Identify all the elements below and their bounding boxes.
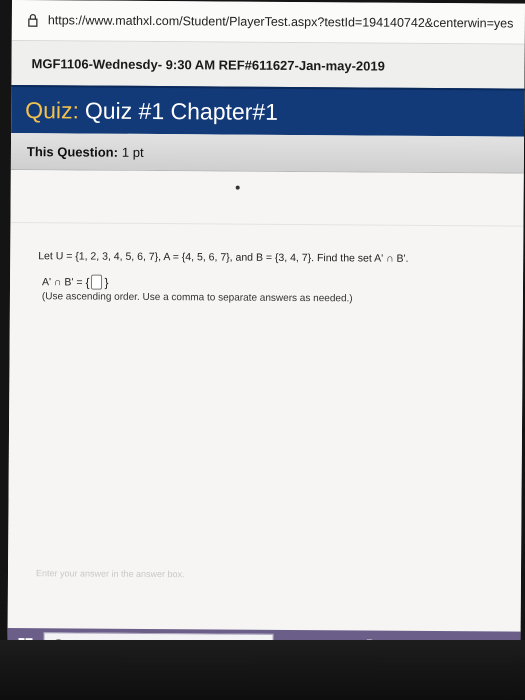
question-info-bar: This Question: 1 pt [10, 132, 525, 174]
question-info-label: This Question: [26, 143, 118, 160]
mouse-cursor-dot [235, 185, 240, 190]
monitor-bezel [0, 640, 525, 700]
question-text: Let U = {1, 2, 3, 4, 5, 6, 7}, A = {4, 5… [38, 250, 409, 265]
answer-instructions: (Use ascending order. Use a comma to sep… [41, 291, 353, 305]
course-title-bar: MGF1106-Wednesdy- 9:30 AM REF#611627-Jan… [11, 40, 525, 89]
address-bar[interactable]: https://www.mathxl.com/Student/PlayerTes… [11, 0, 525, 45]
answer-set-box: { } [85, 274, 109, 290]
answer-input[interactable] [91, 274, 103, 290]
url-text[interactable]: https://www.mathxl.com/Student/PlayerTes… [48, 13, 514, 30]
lock-icon [26, 13, 40, 27]
brace-open: { [85, 275, 90, 290]
question-content: Let U = {1, 2, 3, 4, 5, 6, 7}, A = {4, 5… [7, 169, 524, 644]
quiz-label: Quiz: [25, 96, 80, 123]
answer-hint: Enter your answer in the answer box. [35, 568, 185, 580]
question-points: 1 pt [121, 144, 144, 160]
separator [10, 221, 524, 227]
quiz-name: Quiz #1 Chapter#1 [84, 97, 279, 125]
answer-prefix: A' ∩ B' = [41, 275, 83, 288]
answer-line: A' ∩ B' = { } [41, 274, 109, 290]
brace-close: } [104, 275, 109, 290]
quiz-header: Quiz: Quiz #1 Chapter#1 [11, 84, 525, 137]
course-title: MGF1106-Wednesdy- 9:30 AM REF#611627-Jan… [31, 55, 385, 74]
monitor-screen: https://www.mathxl.com/Student/PlayerTes… [7, 0, 525, 644]
